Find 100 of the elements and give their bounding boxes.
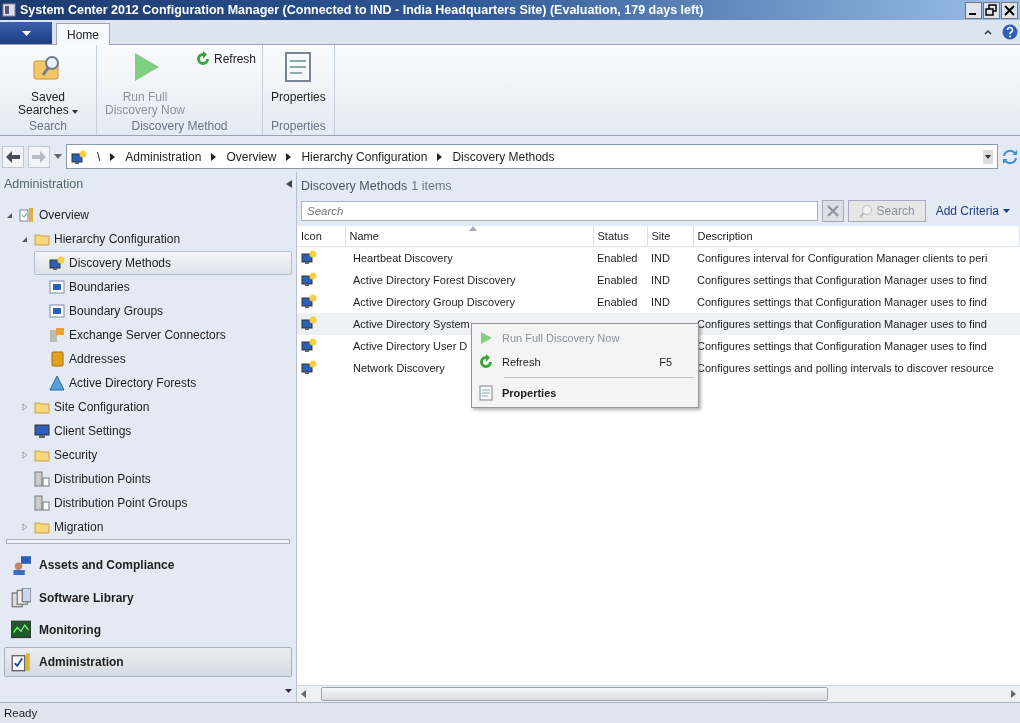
breadcrumb-arrow-icon[interactable] (437, 152, 443, 161)
scroll-left-icon[interactable] (301, 690, 307, 698)
tree-item[interactable]: Active Directory Forests (34, 370, 292, 395)
app-icon (2, 3, 16, 17)
table-cell: Active Directory System (353, 318, 470, 330)
tree-item[interactable]: Distribution Points (19, 466, 292, 491)
computer-bulb-icon (301, 249, 317, 265)
workspace-button[interactable]: Administration (4, 647, 292, 678)
computer-bulb-icon (301, 315, 317, 331)
tree-item[interactable]: Discovery Methods (34, 250, 292, 275)
tree-item[interactable]: Hierarchy Configuration (19, 226, 292, 251)
restore-icon[interactable] (983, 1, 1000, 19)
ribbon-tab[interactable]: Home (56, 23, 110, 45)
table-cell: Configures settings that Configuration Manager uses to find (697, 340, 987, 352)
stacked-pages-icon (11, 587, 31, 608)
pane-title: Administration (4, 177, 84, 192)
clear-button[interactable] (821, 200, 844, 222)
book-icon (49, 350, 65, 367)
table-cell: Heartbeat Discovery (353, 252, 453, 264)
table-cell: Configures interval for Configuration Manager clients to peri (697, 252, 988, 264)
tree-item[interactable]: Site Configuration (19, 394, 292, 419)
ribbon-group-label: Discovery Method (130, 118, 229, 135)
scroll-thumb[interactable] (321, 687, 828, 701)
back-button[interactable] (2, 145, 24, 168)
caret-icon[interactable] (285, 688, 292, 693)
add-criteria-button[interactable]: Add Criteria (929, 204, 1016, 218)
menu-item[interactable]: Refresh F5 (474, 350, 696, 374)
sort-arrow-icon (469, 226, 477, 231)
breadcrumb-item[interactable]: Overview (226, 149, 277, 164)
document-icon (478, 385, 494, 401)
table-cell: Enabled (597, 252, 638, 264)
tree-item[interactable]: Distribution Point Groups (19, 490, 292, 515)
workspace-button[interactable]: Software Library (4, 582, 292, 613)
breadcrumb-arrow-icon[interactable] (286, 152, 292, 161)
server-icon (34, 494, 50, 511)
tree-item[interactable]: Migration (19, 514, 292, 539)
ribbon-command-button[interactable]: Properties (267, 47, 330, 104)
ribbon-group-label: Search (28, 118, 68, 135)
server-tile-icon (49, 326, 65, 343)
ribbon-command-button[interactable]: Saved Searches (4, 47, 92, 117)
tree-item[interactable]: Security (19, 442, 292, 467)
tree-item[interactable]: Boundary Groups (34, 298, 292, 323)
caret-icon (21, 30, 31, 36)
breadcrumb-item[interactable]: \ (97, 149, 101, 164)
address-bar[interactable]: \ Administration Overview Hierarchy Configuration Discovery Methods (66, 144, 998, 169)
close-icon[interactable] (1001, 1, 1018, 19)
computer-bulb-icon (71, 148, 87, 165)
menu-item[interactable]: Properties (474, 381, 696, 405)
table-cell: Configures settings and polling intervals to discover resource (697, 362, 994, 374)
tree-item[interactable]: Client Settings (19, 418, 292, 443)
breadcrumb-item[interactable]: Administration (125, 149, 202, 164)
collapse-ribbon-icon[interactable] (984, 29, 992, 35)
table-cell: Configures settings that Configuration Manager uses to find (697, 318, 987, 330)
tree-item[interactable]: Overview (4, 202, 292, 227)
column-header[interactable]: Status (593, 226, 647, 247)
table-cell: Configures settings that Configuration Manager uses to find (697, 274, 987, 286)
right-arrow-icon (31, 149, 47, 164)
status-text: Ready (4, 707, 38, 719)
scroll-right-icon[interactable] (1010, 690, 1016, 698)
window-title: System Center 2012 Configuration Manager (Connected to IND - India Headquarters Site) (Evaluation, 179 days left) (20, 3, 705, 17)
app-menu-button[interactable] (0, 22, 52, 44)
breadcrumb-item[interactable]: Discovery Methods (452, 149, 555, 164)
computer-bulb-icon (301, 293, 317, 309)
workspace-button[interactable]: Assets and Compliance (4, 550, 292, 581)
checklist-icon (11, 652, 31, 673)
table-cell: Network Discovery (353, 362, 445, 374)
column-header[interactable]: Icon (297, 226, 345, 247)
history-caret-icon[interactable] (54, 154, 62, 159)
table-cell: Enabled (597, 274, 638, 286)
computer-bulb-icon (301, 271, 317, 287)
refresh-icon[interactable] (1002, 148, 1018, 165)
tree-item[interactable]: Exchange Server Connectors (34, 322, 292, 347)
splitter-handle[interactable] (6, 538, 290, 545)
column-header[interactable]: Site (647, 226, 693, 247)
dropdown-caret-icon[interactable] (983, 149, 993, 164)
minimize-icon[interactable] (965, 1, 982, 19)
breadcrumb-arrow-icon[interactable] (110, 152, 116, 161)
column-header[interactable]: Description (693, 226, 1020, 247)
help-icon[interactable] (1002, 24, 1018, 40)
close-icon (826, 205, 839, 217)
left-arrow-icon (5, 149, 21, 164)
breadcrumb-arrow-icon[interactable] (211, 152, 217, 161)
user-computer-icon (11, 555, 31, 576)
play-icon (478, 330, 494, 346)
ribbon-command-button[interactable]: Refresh (193, 47, 259, 71)
workspace-button[interactable]: Monitoring (4, 614, 292, 646)
table-cell: IND (651, 296, 670, 308)
horizontal-scrollbar[interactable] (297, 685, 1020, 702)
breadcrumb-item[interactable]: Hierarchy Configuration (301, 149, 428, 164)
table-cell: Enabled (597, 296, 638, 308)
refresh-icon (478, 354, 494, 370)
computer-bulb-icon (301, 359, 317, 375)
table-cell: Active Directory Forest Discovery (353, 274, 516, 286)
list-title: Discovery Methods (301, 179, 408, 193)
tree-item[interactable]: Addresses (34, 346, 292, 371)
collapse-pane-icon[interactable] (286, 180, 292, 189)
column-header[interactable]: Name (345, 226, 593, 247)
item-count: 1 items (411, 179, 452, 193)
chart-screen-icon (11, 619, 31, 640)
tree-item[interactable]: Boundaries (34, 274, 292, 299)
